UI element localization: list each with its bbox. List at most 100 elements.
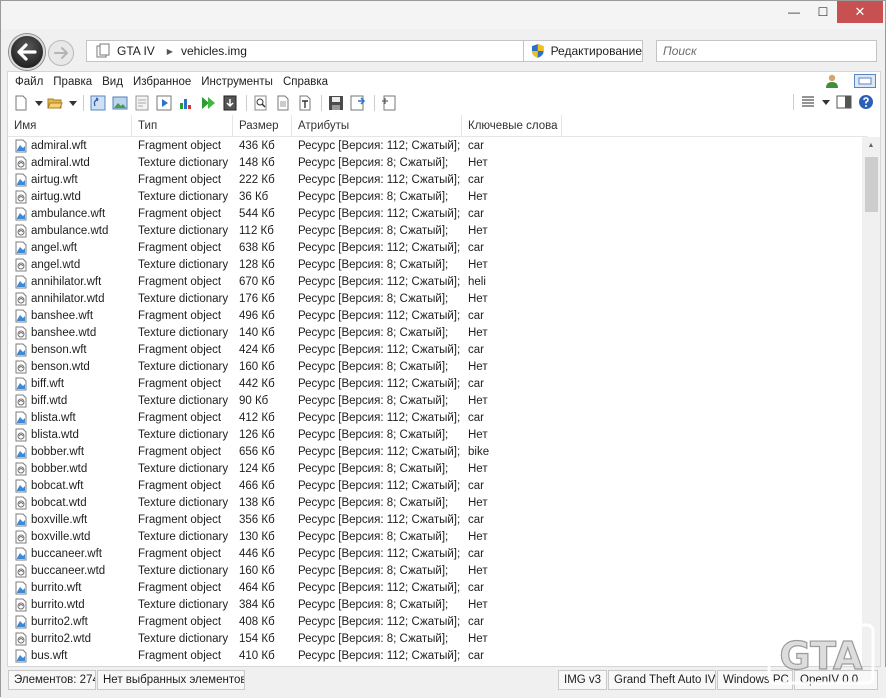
menu-view[interactable]: Вид	[102, 74, 128, 90]
file-name-cell[interactable]: burrito2.wft	[8, 615, 132, 629]
view-list-icon[interactable]	[800, 94, 816, 110]
chevron-down-icon[interactable]	[35, 95, 43, 111]
table-row[interactable]: ambulance.wft Fragment object 544 Кб Ресурс…	[8, 205, 862, 222]
text-document-icon[interactable]	[297, 95, 313, 111]
breadcrumb-vehicles-img[interactable]: vehicles.img	[181, 44, 247, 58]
file-name-cell[interactable]: angel.wtd	[8, 258, 132, 272]
column-header-type[interactable]: Тип	[132, 115, 233, 137]
search-input[interactable]: Поиск	[656, 40, 877, 62]
file-list[interactable]: Имя Тип Размер Атрибуты Ключевые слова a…	[7, 115, 881, 667]
file-name-cell[interactable]: boxville.wtd	[8, 530, 132, 544]
file-name-cell[interactable]: benson.wtd	[8, 360, 132, 374]
rebuild-icon[interactable]	[381, 95, 397, 111]
table-row[interactable]: burrito2.wtd Texture dictionary 154 Кб Ресу…	[8, 630, 862, 647]
table-row[interactable]: ambulance.wtd Texture dictionary 112 Кб Рес…	[8, 222, 862, 239]
vertical-scrollbar[interactable]: ▲	[862, 137, 880, 666]
column-header-name[interactable]: Имя	[8, 115, 132, 137]
file-name-cell[interactable]: admiral.wft	[8, 139, 132, 153]
scroll-thumb[interactable]	[865, 157, 878, 212]
table-row[interactable]: blista.wtd Texture dictionary 126 Кб Ресурс…	[8, 426, 862, 443]
scroll-up-icon[interactable]: ▲	[862, 137, 880, 153]
file-name-cell[interactable]: biff.wtd	[8, 394, 132, 408]
column-header-attributes[interactable]: Атрибуты	[292, 115, 462, 137]
table-row[interactable]: benson.wft Fragment object 424 Кб Ресурс [В…	[8, 341, 862, 358]
table-row[interactable]: burrito.wtd Texture dictionary 384 Кб Ресур…	[8, 596, 862, 613]
table-row[interactable]: angel.wtd Texture dictionary 128 Кб Ресурс …	[8, 256, 862, 273]
title-bar[interactable]: — ☐ ✕	[1, 1, 885, 29]
file-name-cell[interactable]: biff.wft	[8, 377, 132, 391]
table-row[interactable]: annihilator.wft Fragment object 670 Кб Ресу…	[8, 273, 862, 290]
chevron-down-icon[interactable]	[822, 94, 830, 110]
menu-favorites[interactable]: Избранное	[133, 74, 196, 90]
table-row[interactable]: airtug.wft Fragment object 222 Кб Ресурс [В…	[8, 171, 862, 188]
file-name-cell[interactable]: bobcat.wft	[8, 479, 132, 493]
file-name-cell[interactable]: burrito.wtd	[8, 598, 132, 612]
file-name-cell[interactable]: burrito.wft	[8, 581, 132, 595]
file-name-cell[interactable]: buccaneer.wtd	[8, 564, 132, 578]
table-row[interactable]: annihilator.wtd Texture dictionary 176 Кб Р…	[8, 290, 862, 307]
table-row[interactable]: burrito.wft Fragment object 464 Кб Ресурс […	[8, 579, 862, 596]
menu-help[interactable]: Справка	[283, 74, 333, 90]
preview-pane-icon[interactable]	[836, 94, 852, 110]
table-row[interactable]: blista.wft Fragment object 412 Кб Ресурс [В…	[8, 409, 862, 426]
file-name-cell[interactable]: ambulance.wtd	[8, 224, 132, 238]
file-name-cell[interactable]: angel.wft	[8, 241, 132, 255]
file-name-cell[interactable]: bobber.wft	[8, 445, 132, 459]
table-row[interactable]: bobcat.wft Fragment object 466 Кб Ресурс [В…	[8, 477, 862, 494]
table-row[interactable]: biff.wft Fragment object 442 Кб Ресурс [Вер…	[8, 375, 862, 392]
back-button[interactable]	[9, 34, 45, 70]
breadcrumb-separator-icon[interactable]: ▶	[167, 47, 173, 56]
table-row[interactable]: benson.wtd Texture dictionary 160 Кб Ресурс…	[8, 358, 862, 375]
save-icon[interactable]	[328, 95, 344, 111]
breadcrumb-gta-iv[interactable]: GTA IV	[117, 44, 155, 58]
address-bar[interactable]: GTA IV ▶ vehicles.img	[86, 40, 524, 62]
file-name-cell[interactable]: burrito2.wtd	[8, 632, 132, 646]
maximize-button[interactable]: ☐	[809, 1, 837, 23]
file-name-cell[interactable]: bobcat.wtd	[8, 496, 132, 510]
table-row[interactable]: boxville.wtd Texture dictionary 130 Кб Ресу…	[8, 528, 862, 545]
table-row[interactable]: angel.wft Fragment object 638 Кб Ресурс [Ве…	[8, 239, 862, 256]
table-row[interactable]: banshee.wft Fragment object 496 Кб Ресурс […	[8, 307, 862, 324]
user-icon[interactable]	[824, 73, 840, 89]
file-name-cell[interactable]: bus.wft	[8, 649, 132, 663]
open-folder-icon[interactable]	[47, 95, 63, 111]
table-row[interactable]: admiral.wft Fragment object 436 Кб Ресурс […	[8, 137, 862, 154]
table-row[interactable]: burrito2.wft Fragment object 408 Кб Ресурс …	[8, 613, 862, 630]
table-row[interactable]: buccaneer.wtd Texture dictionary 160 Кб Рес…	[8, 562, 862, 579]
document-icon[interactable]	[275, 95, 291, 111]
table-row[interactable]: bobcat.wtd Texture dictionary 138 Кб Ресурс…	[8, 494, 862, 511]
file-name-cell[interactable]: benson.wft	[8, 343, 132, 357]
table-row[interactable]: biff.wtd Texture dictionary 90 Кб Ресурс [В…	[8, 392, 862, 409]
properties-icon[interactable]	[134, 95, 150, 111]
file-name-cell[interactable]: ambulance.wft	[8, 207, 132, 221]
chart-icon[interactable]	[178, 95, 194, 111]
image-icon[interactable]	[112, 95, 128, 111]
refresh-icon[interactable]	[90, 95, 106, 111]
run-icon[interactable]	[200, 95, 216, 111]
minimize-button[interactable]: —	[779, 1, 809, 23]
file-name-cell[interactable]: airtug.wtd	[8, 190, 132, 204]
export-icon[interactable]	[222, 95, 238, 111]
column-header-size[interactable]: Размер	[233, 115, 292, 137]
column-header-keywords[interactable]: Ключевые слова	[462, 115, 562, 137]
table-row[interactable]: airtug.wtd Texture dictionary 36 Кб Ресурс …	[8, 188, 862, 205]
file-name-cell[interactable]: blista.wft	[8, 411, 132, 425]
file-name-cell[interactable]: blista.wtd	[8, 428, 132, 442]
file-name-cell[interactable]: annihilator.wft	[8, 275, 132, 289]
forward-button[interactable]	[48, 40, 74, 66]
menu-edit[interactable]: Правка	[53, 74, 97, 90]
menu-tools[interactable]: Инструменты	[201, 74, 278, 90]
window-layout-icon[interactable]	[854, 74, 876, 88]
table-row[interactable]: bus.wft Fragment object 410 Кб Ресурс [Верс…	[8, 647, 862, 664]
table-row[interactable]: bobber.wtd Texture dictionary 124 Кб Ресурс…	[8, 460, 862, 477]
file-name-cell[interactable]: admiral.wtd	[8, 156, 132, 170]
close-button[interactable]: ✕	[837, 1, 883, 23]
play-icon[interactable]	[156, 95, 172, 111]
menu-file[interactable]: Файл	[15, 74, 48, 90]
chevron-down-icon[interactable]	[69, 95, 77, 111]
table-row[interactable]: bobber.wft Fragment object 656 Кб Ресурс [В…	[8, 443, 862, 460]
edit-mode-button[interactable]: Редактирование	[524, 40, 643, 62]
table-row[interactable]: boxville.wft Fragment object 356 Кб Ресурс …	[8, 511, 862, 528]
table-row[interactable]: buccaneer.wft Fragment object 446 Кб Ресурс…	[8, 545, 862, 562]
file-name-cell[interactable]: boxville.wft	[8, 513, 132, 527]
